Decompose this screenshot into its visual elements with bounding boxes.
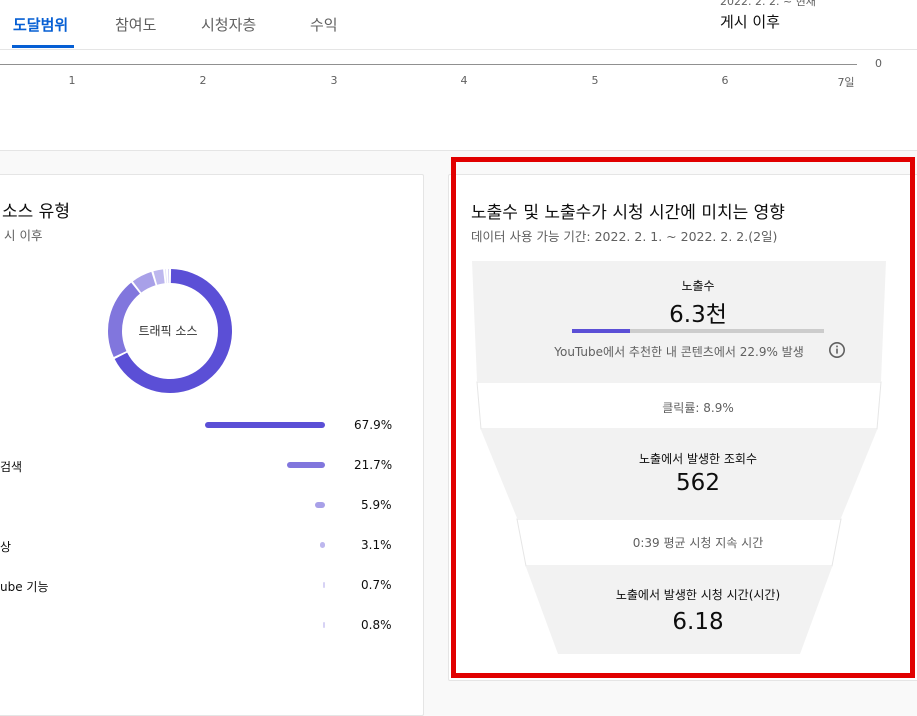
period-selector[interactable]: 게시 이후	[720, 11, 780, 32]
x-tick: 5	[591, 74, 599, 87]
highlight-annotation-box	[451, 157, 915, 678]
legend-bar	[205, 422, 325, 428]
legend-percent: 5.9%	[361, 498, 392, 512]
y-axis-zero-label: 0	[875, 57, 882, 70]
traffic-source-card	[0, 174, 424, 716]
legend-bar	[323, 582, 325, 588]
tab-audience[interactable]: 시청자층	[201, 14, 256, 35]
legend-percent: 3.1%	[361, 538, 392, 552]
tab-reach[interactable]: 도달범위	[13, 14, 68, 35]
legend-percent: 21.7%	[354, 458, 393, 472]
donut-segment[interactable]	[107, 282, 140, 358]
legend-label: 상	[0, 540, 12, 554]
legend-bar	[286, 462, 325, 468]
legend-label: 검색	[0, 460, 23, 474]
date-range-text: 2022. 2. 2. ~ 현재	[720, 0, 816, 8]
tab-engagement[interactable]: 참여도	[115, 14, 156, 35]
x-tick: 2	[199, 74, 207, 87]
legend-percent: 0.7%	[361, 578, 392, 592]
x-tick: 3	[330, 74, 338, 87]
traffic-card-title: 소스 유형	[2, 202, 70, 222]
donut-segment[interactable]	[153, 269, 165, 285]
overview-chart: 1 2 3 4 5 6 7일 0	[0, 50, 917, 151]
donut-center-label: 트래픽 소스	[138, 324, 198, 338]
x-tick: 4	[460, 74, 468, 87]
x-tick: 1	[68, 74, 76, 87]
legend-bar	[323, 622, 325, 628]
tab-revenue[interactable]: 수익	[310, 14, 338, 35]
donut-segment[interactable]	[165, 269, 167, 284]
legend-bar	[319, 542, 325, 548]
legend-bar	[314, 502, 325, 508]
x-tick: 7일	[837, 76, 855, 89]
x-axis-line	[0, 64, 857, 65]
active-tab-indicator	[12, 45, 74, 48]
legend-label: ube 기능	[0, 580, 49, 594]
donut-segment[interactable]	[167, 269, 170, 284]
legend-percent: 0.8%	[361, 618, 392, 632]
legend-percent: 67.9%	[354, 418, 393, 432]
traffic-card-subtitle: 시 이후	[4, 228, 43, 243]
x-tick: 6	[721, 74, 729, 87]
